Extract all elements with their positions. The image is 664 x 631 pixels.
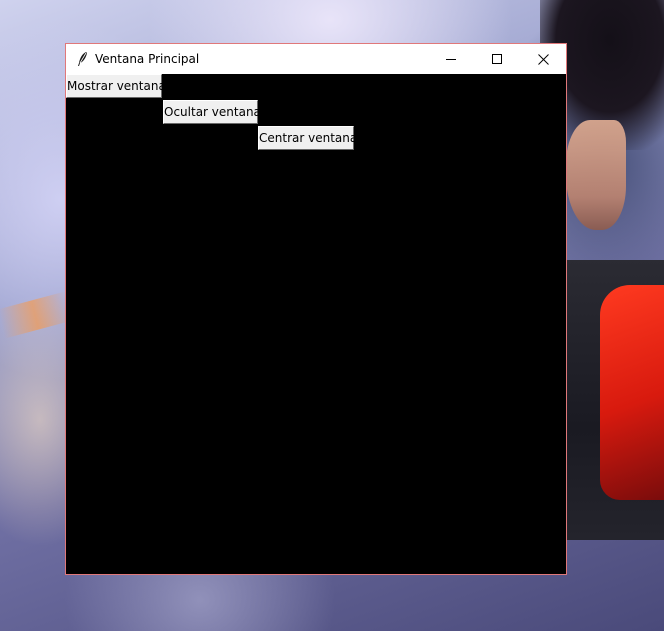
close-icon [537,53,549,65]
wallpaper-figure-face [566,120,626,230]
hide-window-button[interactable]: Ocultar ventana [163,100,261,124]
feather-icon [76,51,90,67]
minimize-icon [446,54,456,64]
close-button[interactable] [520,44,566,74]
maximize-button[interactable] [474,44,520,74]
center-window-button[interactable]: Centrar ventana [258,126,357,150]
title-bar[interactable]: Ventana Principal [66,44,566,74]
main-window[interactable]: Ventana Principal Mostrar ventana Oculta… [65,43,567,575]
maximize-icon [492,54,502,64]
minimize-button[interactable] [428,44,474,74]
wallpaper-figure-red-jacket [600,285,664,500]
window-client-area: Mostrar ventana Ocultar ventana Centrar … [66,74,566,574]
window-title: Ventana Principal [95,52,200,66]
show-window-button[interactable]: Mostrar ventana [66,74,166,98]
wallpaper-light-streak [0,291,73,339]
